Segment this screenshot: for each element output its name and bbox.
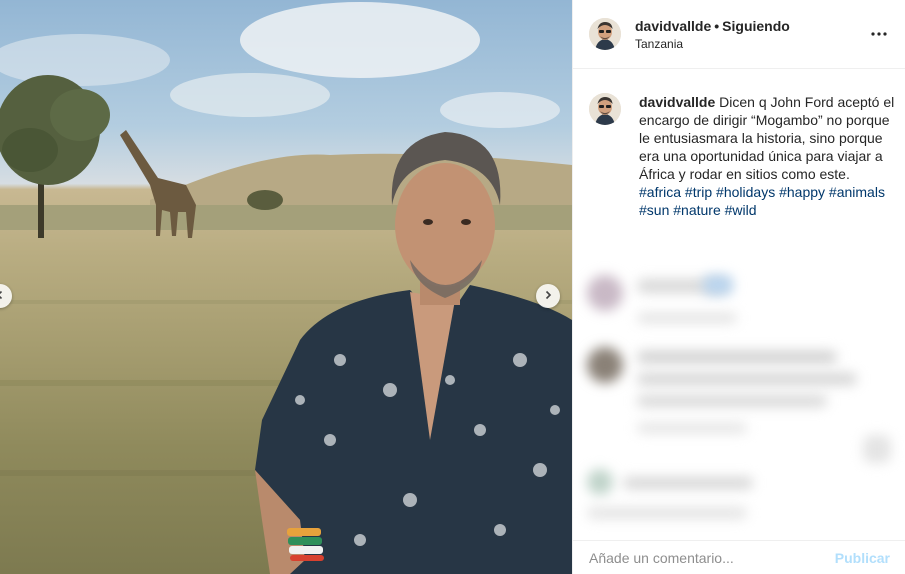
comment-avatar — [587, 347, 623, 383]
follow-status-button[interactable]: Siguiendo — [722, 18, 790, 34]
chevron-right-icon — [543, 287, 553, 305]
separator-dot: • — [714, 17, 720, 34]
comment-meta — [863, 435, 891, 463]
comment-meta — [637, 313, 737, 323]
hashtag-link[interactable]: #happy — [779, 184, 825, 200]
post-location[interactable]: Tanzania — [635, 37, 790, 51]
hashtag-link[interactable]: #sun — [639, 202, 669, 218]
caption-avatar[interactable] — [589, 93, 621, 125]
hashtag-link[interactable]: #africa — [639, 184, 681, 200]
post-comment-button[interactable]: Publicar — [835, 550, 890, 566]
comment-input[interactable] — [589, 549, 835, 566]
hashtag-link[interactable]: #holidays — [716, 184, 775, 200]
comment-avatar — [587, 275, 623, 311]
caption-username[interactable]: davidvallde — [639, 94, 715, 110]
caption-block: davidvallde Dicen q John Ford aceptó el … — [573, 69, 905, 219]
photo-scene — [0, 2, 572, 574]
post-header: davidvallde • Siguiendo Tanzania — [573, 0, 905, 69]
comment-text — [587, 507, 747, 519]
more-horizontal-icon — [871, 23, 887, 41]
comment-text — [637, 351, 837, 363]
caption-text: davidvallde Dicen q John Ford aceptó el … — [639, 93, 897, 183]
more-options-button[interactable] — [869, 22, 889, 42]
comment-meta — [637, 423, 747, 433]
post-author-username[interactable]: davidvallde — [635, 18, 711, 34]
avatar[interactable] — [589, 18, 621, 50]
hashtag-link[interactable]: #trip — [685, 184, 712, 200]
add-comment-bar: Publicar — [573, 540, 905, 574]
hashtag-link[interactable]: #wild — [725, 202, 757, 218]
post-photo[interactable] — [0, 0, 572, 574]
comment-text — [703, 275, 733, 295]
carousel-next-button[interactable] — [536, 284, 560, 308]
hashtag-link[interactable]: #animals — [829, 184, 885, 200]
hashtag-link[interactable]: #nature — [673, 202, 720, 218]
comment-text — [623, 477, 753, 489]
post-side-panel: davidvallde • Siguiendo Tanzania davidvall… — [572, 0, 905, 574]
chevron-left-icon — [0, 287, 5, 305]
comment-text — [637, 373, 857, 385]
blurred-comments — [573, 255, 905, 540]
hashtag-list: #africa #trip #holidays #happy #animals … — [639, 183, 897, 219]
comment-text — [637, 395, 827, 407]
comment-avatar — [587, 469, 613, 495]
